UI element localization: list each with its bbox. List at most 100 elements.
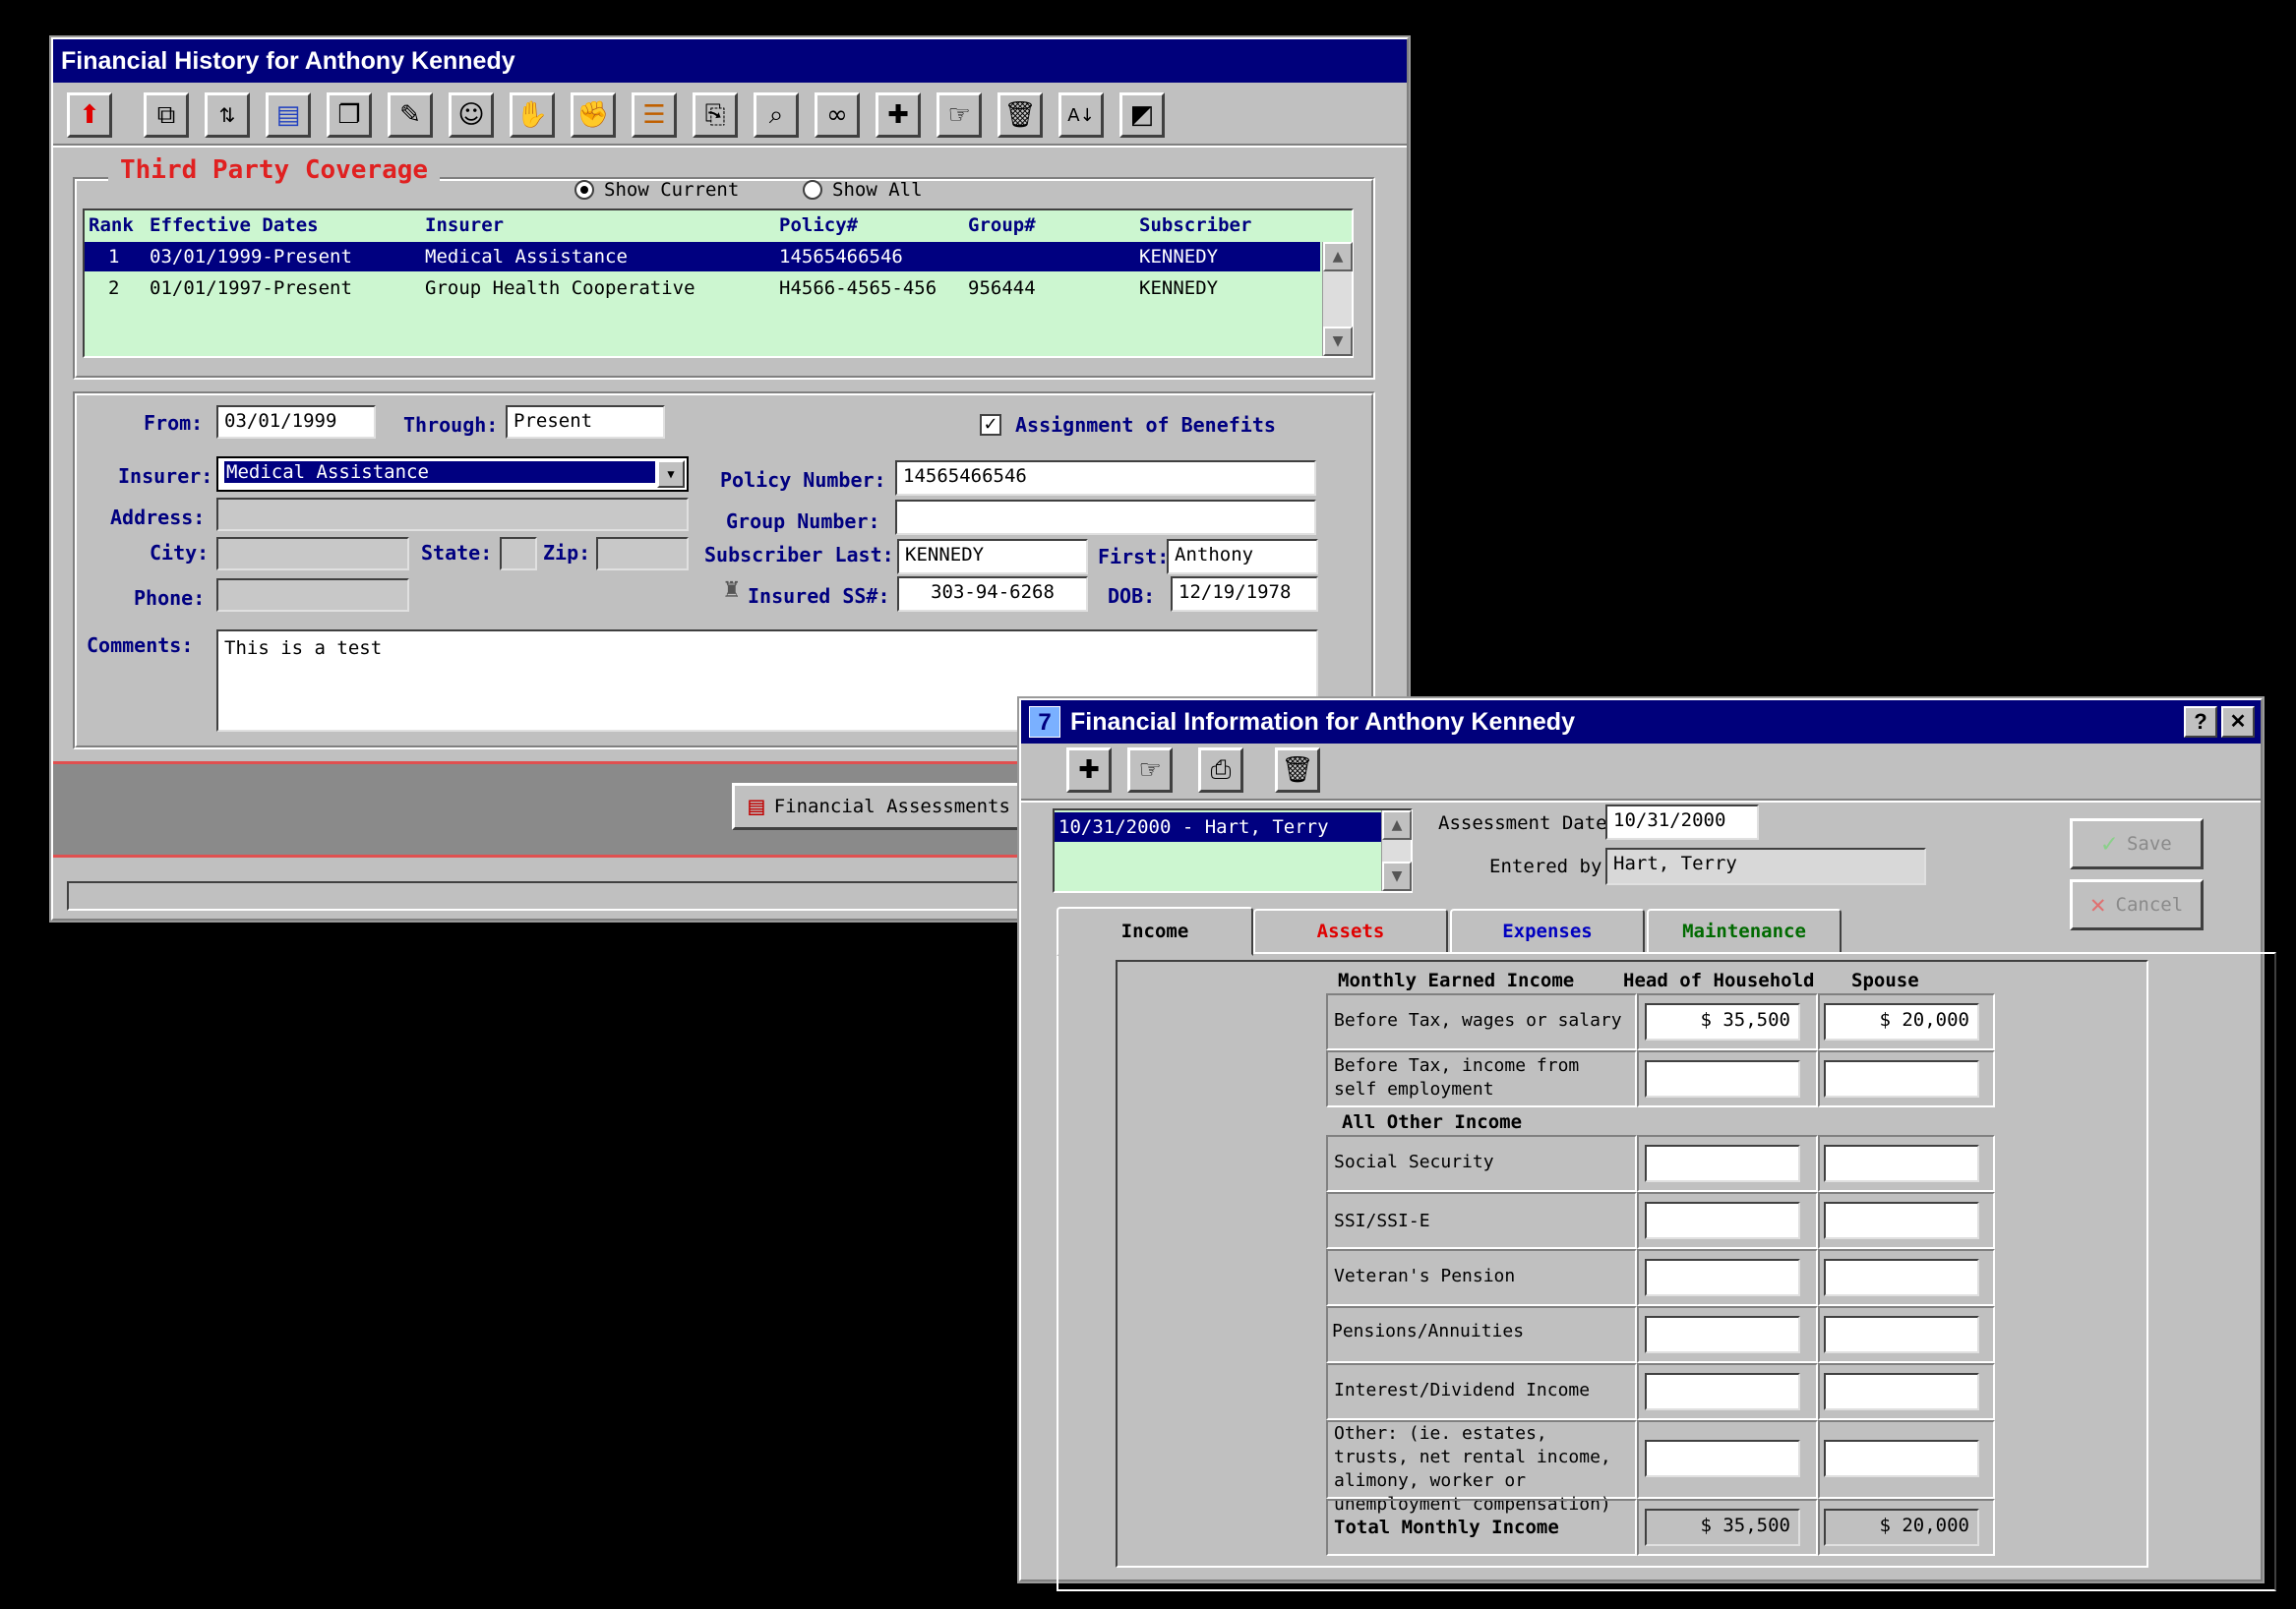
clipboard-icon[interactable]: ⎘ (693, 92, 738, 138)
hand-pointing-icon[interactable]: ☞ (1127, 747, 1173, 793)
people-icon[interactable]: ☺ (449, 92, 494, 138)
from-field[interactable]: 03/01/1999 (216, 405, 376, 439)
list-scrollbar[interactable]: ▲ ▼ (1322, 242, 1353, 356)
interest-head-field[interactable] (1645, 1373, 1800, 1410)
tab-income[interactable]: Income (1057, 907, 1253, 956)
ssi-head-field[interactable] (1645, 1202, 1800, 1239)
row-label-ssi: SSI/SSI-E (1334, 1211, 1430, 1231)
self-employment-spouse-field[interactable] (1824, 1060, 1979, 1098)
pensions-spouse-field[interactable] (1824, 1316, 1979, 1353)
hands-icon[interactable]: ✋ (510, 92, 555, 138)
phone-field[interactable] (216, 578, 409, 612)
social-security-spouse-field[interactable] (1824, 1145, 1979, 1182)
dob-field[interactable]: 12/19/1978 (1171, 576, 1318, 612)
col-insurer: Insurer (425, 214, 505, 236)
through-field[interactable]: Present (506, 405, 665, 439)
scroll-down-icon[interactable]: ▼ (1323, 327, 1353, 356)
wages-spouse-field[interactable]: $ 20,000 (1824, 1003, 1979, 1041)
cancel-button[interactable]: ✕ Cancel (2070, 879, 2204, 930)
city-field[interactable] (216, 537, 409, 570)
header-monthly-earned-income: Monthly Earned Income (1338, 970, 1575, 991)
trash-icon[interactable]: 🗑 (997, 92, 1043, 138)
list-scrollbar[interactable]: ▲ ▼ (1381, 810, 1412, 891)
insurer-select[interactable]: Medical Assistance ▼ (216, 456, 689, 492)
assessment-date-field[interactable]: 10/31/2000 (1605, 804, 1759, 840)
section-title: Third Party Coverage (108, 155, 441, 185)
interest-spouse-field[interactable] (1824, 1373, 1979, 1410)
list-item[interactable]: 10/31/2000 - Hart, Terry (1055, 812, 1381, 842)
sort-az-icon[interactable]: A↓ (1058, 92, 1104, 138)
list-header: Rank Effective Dates Insurer Policy# Gro… (85, 210, 1322, 240)
edit-icon[interactable]: ✎ (388, 92, 433, 138)
total-spouse-field: $ 20,000 (1824, 1509, 1979, 1546)
from-label: From: (144, 411, 204, 435)
toolbar-divider (1021, 799, 2261, 803)
app-icon: 7 (1029, 706, 1060, 738)
window-icon[interactable]: ⧉ (144, 92, 189, 138)
subscriber-last-field[interactable]: KENNEDY (897, 539, 1088, 574)
state-field[interactable] (500, 537, 537, 570)
veterans-pension-spouse-field[interactable] (1824, 1259, 1979, 1296)
help-icon[interactable]: ? (2184, 706, 2217, 738)
show-all-radio[interactable]: Show All (803, 179, 923, 201)
show-current-radio[interactable]: Show Current (574, 179, 739, 201)
other-spouse-field[interactable] (1824, 1440, 1979, 1477)
copy-icon[interactable]: ❐ (327, 92, 372, 138)
trash-icon[interactable]: 🗑 (1275, 747, 1320, 793)
assessment-list[interactable]: 10/31/2000 - Hart, Terry ▲ ▼ (1053, 808, 1413, 893)
ssi-spouse-field[interactable] (1824, 1202, 1979, 1239)
window-title-bar: 7 Financial Information for Anthony Kenn… (1021, 700, 2261, 744)
preview-icon[interactable]: ⌕ (754, 92, 799, 138)
group-number-field[interactable] (895, 500, 1316, 535)
save-button[interactable]: ✓ Save (2070, 818, 2204, 869)
scroll-up-icon[interactable]: ▲ (1323, 242, 1353, 271)
cell-subscriber: KENNEDY (1139, 246, 1219, 268)
address-field[interactable] (216, 498, 689, 531)
pensions-head-field[interactable] (1645, 1316, 1800, 1353)
scroll-up-icon[interactable]: ▲ (1382, 810, 1412, 840)
table-row[interactable]: 1 03/01/1999-Present Medical Assistance … (85, 242, 1320, 271)
total-head-field: $ 35,500 (1645, 1509, 1800, 1546)
veterans-pension-head-field[interactable] (1645, 1259, 1800, 1296)
up-arrow-icon[interactable]: ⬆ (67, 92, 112, 138)
close-icon[interactable]: ✕ (2221, 706, 2255, 738)
row-label-pensions-annuities: Pensions/Annuities (1332, 1321, 1525, 1341)
table-row[interactable]: 2 01/01/1997-Present Group Health Cooper… (85, 273, 1320, 303)
cell-rank: 2 (108, 277, 120, 299)
tab-assets[interactable]: Assets (1253, 909, 1448, 952)
scroll-down-icon[interactable]: ▼ (1382, 862, 1412, 891)
cell-group: 956444 (968, 277, 1036, 299)
cell-dates: 03/01/1999-Present (150, 246, 352, 268)
self-employment-head-field[interactable] (1645, 1060, 1800, 1098)
hand-pointing-icon[interactable]: ☞ (937, 92, 982, 138)
wages-head-field[interactable]: $ 35,500 (1645, 1003, 1800, 1041)
tab-maintenance[interactable]: Maintenance (1647, 909, 1842, 952)
binoculars-icon[interactable]: ∞ (815, 92, 860, 138)
assignment-of-benefits-label: Assignment of Benefits (1015, 413, 1276, 437)
chart-icon[interactable]: ◩ (1119, 92, 1165, 138)
zip-field[interactable] (596, 537, 689, 570)
save-label: Save (2126, 833, 2172, 855)
cell-subscriber: KENNEDY (1139, 277, 1219, 299)
chevron-down-icon[interactable]: ▼ (657, 460, 685, 488)
list-icon[interactable]: ☰ (632, 92, 677, 138)
insured-ss-field[interactable]: 303-94-6268 (897, 576, 1088, 612)
assignment-of-benefits-checkbox[interactable]: ✓ Assignment of Benefits (980, 413, 1276, 437)
insurer-label: Insurer: (118, 464, 213, 488)
sort-icon[interactable]: ⇅ (205, 92, 250, 138)
printer-icon[interactable]: ⎙ (1198, 747, 1243, 793)
tab-expenses[interactable]: Expenses (1450, 909, 1645, 952)
insurer-selected-value: Medical Assistance (224, 461, 655, 483)
new-record-icon[interactable]: ✚ (876, 92, 921, 138)
page-icon[interactable]: ▤ (266, 92, 311, 138)
cancel-label: Cancel (2115, 894, 2184, 916)
social-security-head-field[interactable] (1645, 1145, 1800, 1182)
first-name-field[interactable]: Anthony (1167, 539, 1318, 574)
new-record-icon[interactable]: ✚ (1066, 747, 1112, 793)
handshake-icon[interactable]: ✊ (571, 92, 616, 138)
financial-assessments-button[interactable]: ▤ Financial Assessments (732, 783, 1027, 830)
other-head-field[interactable] (1645, 1440, 1800, 1477)
coverage-list[interactable]: Rank Effective Dates Insurer Policy# Gro… (83, 209, 1354, 358)
policy-number-field[interactable]: 14565466546 (895, 460, 1316, 496)
cell-dates: 01/01/1997-Present (150, 277, 352, 299)
